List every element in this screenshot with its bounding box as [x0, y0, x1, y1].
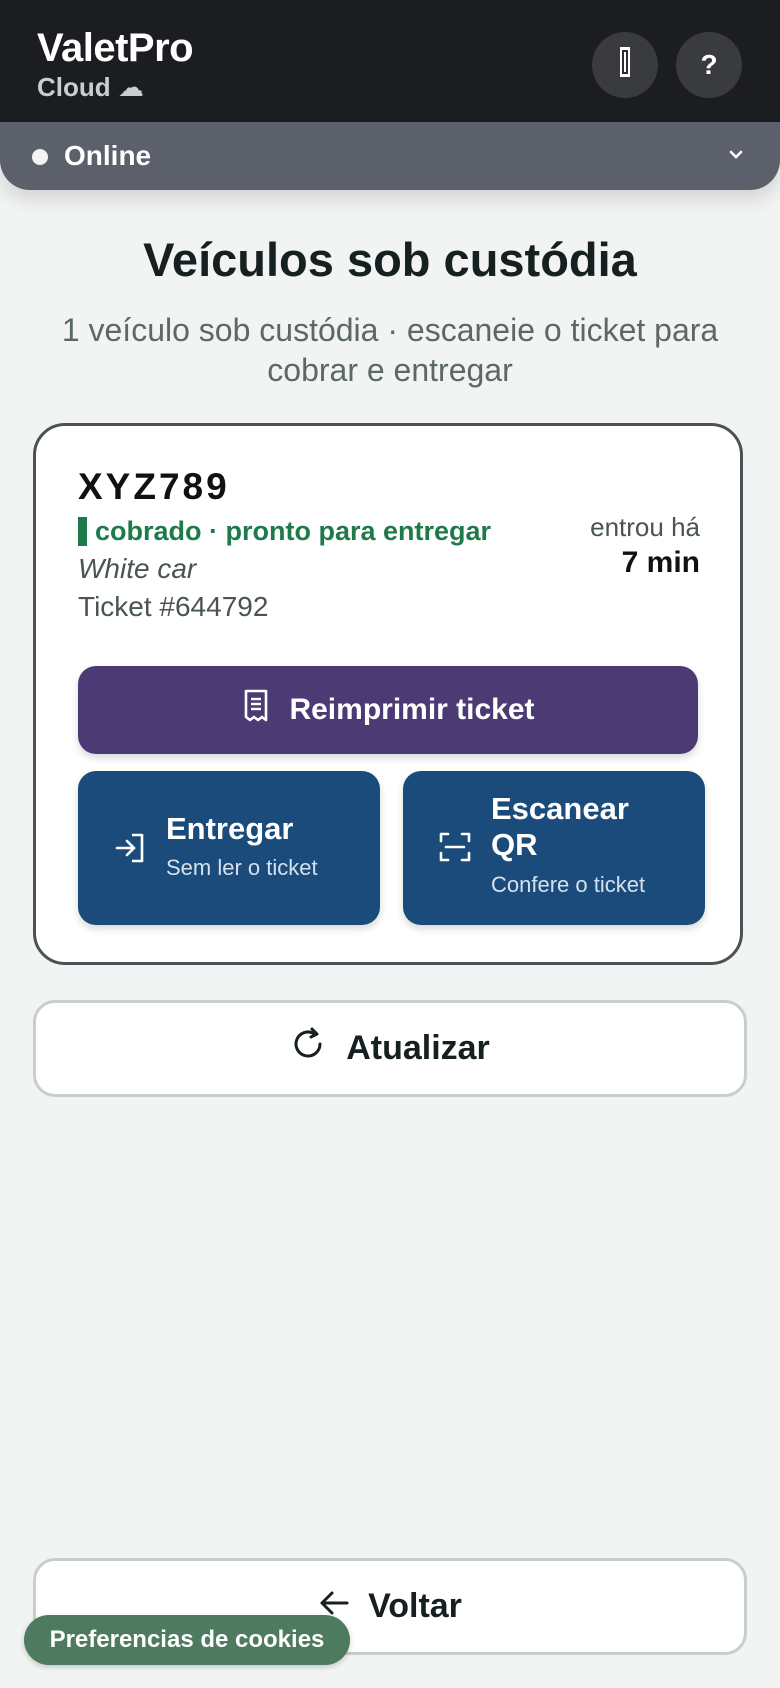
entered-time: 7 min	[621, 546, 700, 579]
enter-icon	[114, 831, 148, 870]
refresh-label: Atualizar	[346, 1029, 490, 1067]
scan-qr-button[interactable]: Escanear QR Confere o ticket	[403, 771, 705, 925]
reprint-ticket-label: Reimprimir ticket	[289, 693, 535, 726]
page-subtitle: 1 veículo sob custódia · escaneie o tick…	[61, 312, 719, 388]
refresh-icon	[290, 1026, 346, 1071]
top-app-bar: ValetPro Cloud ☁ ?	[0, 0, 780, 122]
receipt-icon	[241, 689, 289, 731]
cookie-preferences-label: Preferencias de cookies	[49, 1626, 325, 1653]
deliver-button[interactable]: Entregar Sem ler o ticket	[78, 771, 380, 925]
cookie-preferences-button[interactable]: Preferencias de cookies	[24, 1615, 350, 1665]
app-subtitle: Cloud ☁	[37, 72, 144, 102]
deliver-title: Entregar	[166, 811, 294, 846]
scan-qr-subtitle: Confere o ticket	[491, 872, 646, 897]
signal-icon	[619, 46, 631, 85]
scan-qr-title: Escanear QR	[491, 791, 629, 862]
payment-status: cobrado · pronto para entregar	[78, 516, 491, 547]
vehicle-card: XYZ789 cobrado · pronto para entregar Wh…	[33, 423, 743, 965]
chevron-down-icon	[728, 148, 744, 166]
connection-button[interactable]	[592, 32, 658, 98]
entered-label: entrou há	[590, 512, 700, 542]
connection-status-bar[interactable]: Online	[0, 122, 780, 190]
payment-status-text: cobrado · pronto para entregar	[95, 516, 492, 546]
help-button[interactable]: ?	[676, 32, 742, 98]
ticket-number: Ticket #644792	[78, 591, 269, 622]
vehicle-plate: XYZ789	[78, 466, 230, 507]
status-dot	[32, 149, 48, 165]
vehicle-description: White car	[78, 553, 197, 584]
scan-icon	[439, 831, 471, 868]
app-name: ValetPro	[37, 26, 194, 70]
deliver-subtitle: Sem ler o ticket	[166, 855, 318, 880]
page-title: Veículos sob custódia	[143, 233, 637, 286]
refresh-button[interactable]: Atualizar	[33, 1000, 747, 1097]
back-label: Voltar	[368, 1587, 462, 1625]
reprint-ticket-button[interactable]: Reimprimir ticket	[78, 666, 698, 754]
paid-badge-icon	[78, 517, 87, 546]
status-label: Online	[64, 140, 152, 171]
help-icon: ?	[700, 49, 718, 80]
